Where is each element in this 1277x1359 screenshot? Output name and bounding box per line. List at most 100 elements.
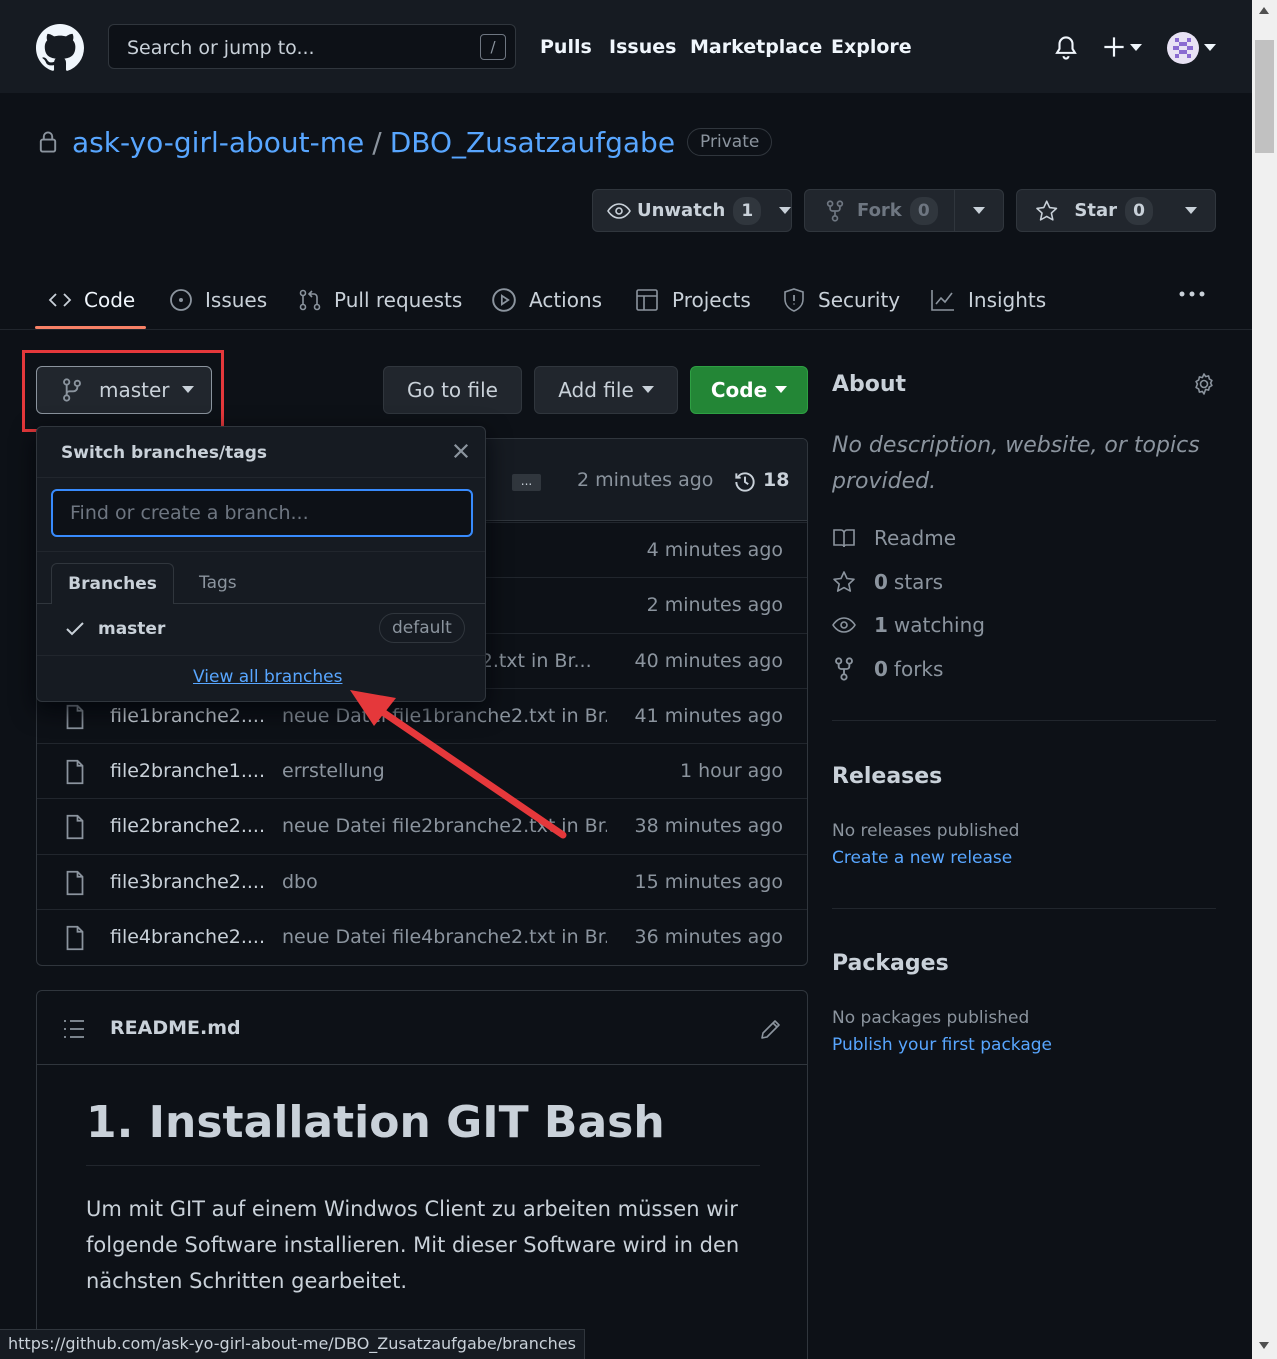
- unwatch-button[interactable]: Unwatch 1: [593, 190, 775, 231]
- file-name[interactable]: file3branche2....: [110, 871, 265, 893]
- annotation-highlight-box: [22, 350, 224, 432]
- file-time: 36 minutes ago: [634, 926, 784, 948]
- file-time: 1 hour ago: [679, 760, 783, 782]
- packages-heading[interactable]: Packages: [832, 951, 949, 976]
- github-logo-icon[interactable]: [36, 24, 84, 72]
- tab-insights-label: Insights: [968, 288, 1047, 312]
- gear-icon[interactable]: [1192, 372, 1216, 396]
- search-placeholder: Search or jump to...: [127, 37, 315, 59]
- list-icon[interactable]: [63, 1019, 85, 1039]
- table-row[interactable]: file4branche2.... neue Datei file4branch…: [37, 909, 807, 964]
- repo-tabs: Code Issues Pull requests Actions Projec…: [0, 270, 1252, 330]
- tab-projects[interactable]: Projects: [634, 280, 751, 320]
- caret-down-icon[interactable]: [1130, 44, 1142, 52]
- repo-owner-link[interactable]: ask-yo-girl-about-me: [72, 126, 364, 159]
- file-icon: [66, 870, 84, 896]
- scroll-up-icon[interactable]: [1259, 7, 1269, 14]
- releases-text: No releases published: [832, 821, 1020, 841]
- tab-issues[interactable]: Issues: [169, 280, 267, 320]
- table-icon: [636, 289, 658, 311]
- tab-code[interactable]: Code: [48, 280, 135, 320]
- eye-icon: [607, 202, 631, 219]
- branch-item-master[interactable]: master: [98, 619, 165, 639]
- active-tab-indicator: [35, 326, 146, 329]
- scroll-down-icon[interactable]: [1259, 1342, 1269, 1349]
- scrollbar-thumb[interactable]: [1255, 40, 1274, 153]
- file-name[interactable]: file1branche2....: [110, 705, 265, 727]
- divider: [37, 551, 485, 552]
- publish-package-link[interactable]: Publish your first package: [832, 1035, 1052, 1055]
- link-preview-status: https://github.com/ask-yo-girl-about-me/…: [0, 1329, 585, 1359]
- top-header: Search or jump to... / Pulls Issues Mark…: [0, 0, 1252, 93]
- about-heading: About: [832, 372, 907, 397]
- releases-heading[interactable]: Releases: [832, 764, 942, 789]
- code-button[interactable]: Code: [690, 366, 808, 414]
- tab-insights[interactable]: Insights: [930, 280, 1046, 320]
- star-counter: 0: [1125, 196, 1153, 225]
- repo-name-link[interactable]: DBO_Zusatzaufgabe: [390, 126, 675, 159]
- close-icon[interactable]: [451, 441, 471, 461]
- star-options-button[interactable]: [1167, 190, 1215, 231]
- star-button[interactable]: Star 0: [1017, 190, 1167, 231]
- readme-link[interactable]: Readme: [832, 524, 956, 552]
- annotation-arrow: [350, 690, 567, 839]
- create-release-link[interactable]: Create a new release: [832, 848, 1012, 868]
- file-time: 41 minutes ago: [634, 705, 784, 727]
- avatar[interactable]: [1167, 32, 1199, 64]
- file-time: 15 minutes ago: [634, 871, 784, 893]
- tab-tags[interactable]: Tags: [199, 573, 237, 593]
- readme-heading: 1. Installation GIT Bash: [86, 1097, 665, 1148]
- tab-security[interactable]: Security: [782, 280, 900, 320]
- search-input[interactable]: Search or jump to... /: [108, 24, 516, 69]
- branch-search-field[interactable]: [51, 489, 473, 537]
- nav-pulls[interactable]: Pulls: [540, 36, 592, 58]
- stars-link[interactable]: 0 stars: [832, 568, 943, 596]
- commit-expand-button[interactable]: ...: [512, 474, 541, 491]
- tab-actions[interactable]: Actions: [491, 280, 602, 320]
- commit-message[interactable]: dbo: [282, 871, 607, 893]
- readme-filename[interactable]: README.md: [110, 1017, 241, 1039]
- branch-search-input[interactable]: [53, 491, 471, 535]
- add-file-button[interactable]: Add file: [534, 366, 678, 414]
- commit-count[interactable]: 18: [763, 469, 789, 491]
- avatar-caret-icon[interactable]: [1204, 44, 1216, 52]
- file-icon: [66, 759, 84, 785]
- file-name[interactable]: file4branche2....: [110, 926, 265, 948]
- pencil-icon[interactable]: [759, 1017, 783, 1041]
- tab-pull-requests[interactable]: Pull requests: [298, 280, 462, 320]
- book-icon: [833, 529, 855, 548]
- more-icon[interactable]: [1178, 290, 1206, 298]
- forks-count: 0: [874, 657, 888, 681]
- readme-header: README.md: [37, 991, 807, 1065]
- go-to-file-button[interactable]: Go to file: [383, 366, 522, 414]
- nav-explore[interactable]: Explore: [831, 36, 912, 58]
- commit-message[interactable]: neue Datei file4branche2.txt in Br...: [282, 926, 607, 948]
- fork-options-button[interactable]: [955, 190, 1003, 231]
- table-row[interactable]: file3branche2.... dbo 15 minutes ago: [37, 854, 807, 909]
- view-all-branches-link[interactable]: View all branches: [193, 667, 342, 687]
- divider: [832, 720, 1216, 721]
- pull-request-icon: [299, 289, 321, 311]
- tab-branches[interactable]: Branches: [51, 563, 174, 604]
- unwatch-label: Unwatch: [637, 200, 726, 221]
- file-icon: [66, 814, 84, 840]
- nav-issues[interactable]: Issues: [609, 36, 676, 58]
- scrollbar[interactable]: [1252, 0, 1277, 1359]
- file-name[interactable]: file2branche2....: [110, 815, 265, 837]
- star-label: Star: [1074, 200, 1117, 221]
- plus-icon[interactable]: [1103, 36, 1125, 58]
- fork-button[interactable]: Fork 0: [805, 190, 954, 231]
- bell-icon[interactable]: [1053, 34, 1079, 62]
- lock-icon: [39, 131, 57, 153]
- file-time: 40 minutes ago: [634, 650, 784, 672]
- file-name[interactable]: file2branche1....: [110, 760, 265, 782]
- watching-link[interactable]: 1 watching: [832, 611, 985, 639]
- play-icon: [492, 288, 516, 312]
- star-icon: [833, 571, 855, 592]
- nav-marketplace[interactable]: Marketplace: [690, 36, 822, 58]
- history-icon[interactable]: [732, 469, 758, 495]
- divider: [86, 1165, 760, 1166]
- file-icon: [66, 704, 84, 730]
- issue-icon: [170, 289, 192, 311]
- forks-link[interactable]: 0 forks: [832, 655, 943, 683]
